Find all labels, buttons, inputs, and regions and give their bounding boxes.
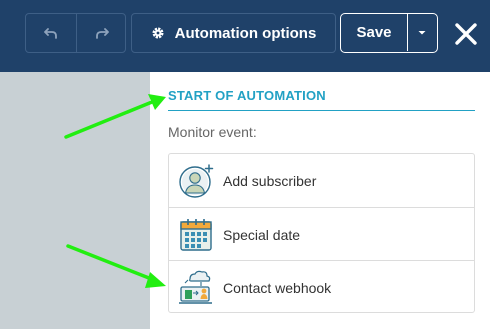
event-item-add-subscriber[interactable]: Add subscriber: [169, 154, 474, 207]
save-split-button: Save: [340, 13, 438, 53]
add-subscriber-icon: [179, 164, 214, 198]
calendar-icon: [180, 219, 212, 251]
event-item-contact-webhook[interactable]: Contact webhook: [169, 260, 474, 313]
monitor-event-label: Monitor event:: [168, 124, 257, 140]
redo-icon: [96, 28, 109, 39]
top-bar: Automation options Save: [0, 0, 490, 72]
close-button[interactable]: [450, 16, 482, 52]
save-dropdown-button[interactable]: [408, 14, 436, 51]
event-list: Add subscriber Special date Contact webh…: [168, 153, 475, 313]
undo-button[interactable]: [26, 14, 76, 52]
section-divider: [168, 110, 475, 111]
event-item-label: Add subscriber: [223, 172, 317, 189]
automation-options-button[interactable]: Automation options: [131, 13, 336, 53]
undo-redo-group: [25, 13, 126, 53]
close-icon: [455, 23, 477, 45]
webhook-icon: [179, 270, 212, 304]
event-item-special-date[interactable]: Special date: [169, 207, 474, 260]
redo-button[interactable]: [77, 14, 127, 52]
automation-options-label: Automation options: [174, 24, 317, 42]
event-item-label: Special date: [223, 226, 301, 243]
gear-icon: [152, 27, 164, 39]
undo-icon: [44, 28, 57, 39]
save-button[interactable]: Save: [341, 14, 407, 51]
section-title: START OF AUTOMATION: [168, 88, 326, 103]
workflow-canvas[interactable]: [0, 72, 150, 329]
caret-down-icon: [418, 30, 426, 34]
event-item-label: Contact webhook: [223, 279, 332, 296]
save-label: Save: [356, 24, 392, 41]
